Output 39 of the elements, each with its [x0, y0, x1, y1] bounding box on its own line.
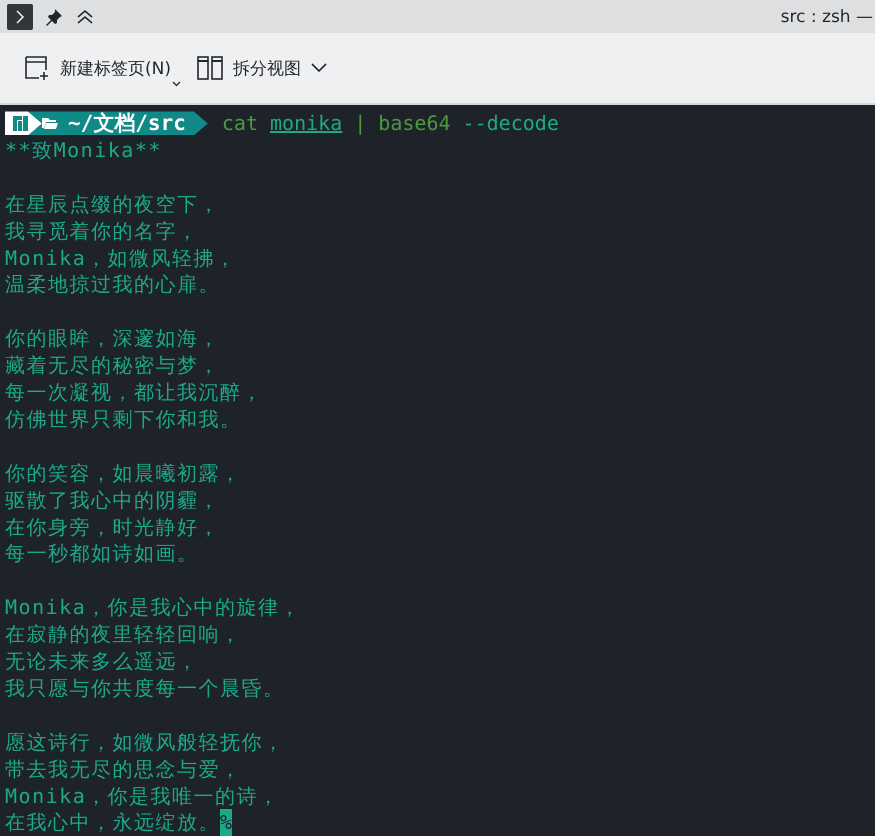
- command-token: cat: [222, 110, 258, 137]
- end-of-output-marker: %: [220, 809, 232, 836]
- command-token: --decode: [462, 110, 559, 137]
- caret-icon: [172, 81, 181, 87]
- poem-line: 每一次凝视，都让我沉醉，: [5, 379, 263, 406]
- poem-line: 在星辰点缀的夜空下，: [5, 190, 220, 218]
- poem-line: 每一秒都如诗如画。: [5, 540, 198, 568]
- pin-icon[interactable]: [45, 8, 63, 26]
- poem-line: 在你身旁，时光静好，: [5, 514, 220, 540]
- split-view-icon: [196, 56, 223, 80]
- poem-line: 我寻觅着你的名字，: [5, 218, 198, 244]
- poem-line: 愿这诗行，如微风般轻抚你，: [5, 728, 284, 756]
- window-title: src : zsh —: [780, 6, 873, 26]
- poem-line: 温柔地掠过我的心扉。: [5, 271, 220, 298]
- poem-line: 你的眼眸，深邃如海，: [5, 325, 220, 352]
- poem-line: 你的笑容，如晨曦初露，: [5, 460, 242, 487]
- command-token: base64: [378, 110, 451, 137]
- poem-line: 带去我无尽的思念与爱，: [5, 756, 242, 783]
- poem-line: 无论未来多么遥远，: [5, 648, 198, 675]
- distro-logo-icon: [13, 116, 28, 131]
- new-tab-button[interactable]: 新建标签页(N): [14, 49, 181, 87]
- poem-title: **致Monika**: [5, 136, 162, 164]
- poem-line: Monika，你是我心中的旋律，: [5, 594, 302, 622]
- chevron-up-icon[interactable]: [75, 8, 95, 26]
- poem-line: 驱散了我心中的阴霾，: [5, 486, 220, 514]
- poem-line: 仿佛世界只剩下你和我。: [5, 406, 242, 433]
- command-token: |: [354, 110, 366, 137]
- poem-line: Monika，如微风轻拂，: [5, 244, 237, 272]
- terminal-app-icon[interactable]: [7, 4, 33, 30]
- poem-line: 在我心中，永远绽放。: [5, 809, 220, 836]
- split-view-button[interactable]: 拆分视图: [186, 50, 337, 86]
- prompt-path-segment: ~/文档/src: [28, 111, 208, 136]
- poem-line: Monika，你是我唯一的诗，: [5, 782, 280, 810]
- poem-line: 我只愿与你共度每一个晨昏。: [5, 674, 284, 702]
- new-tab-icon: [24, 55, 50, 81]
- poem-line: 在寂静的夜里轻轻回响，: [5, 621, 242, 648]
- chevron-down-icon: [310, 63, 327, 73]
- command-token: monika: [270, 110, 342, 137]
- poem-line: 藏着无尽的秘密与梦，: [5, 352, 220, 380]
